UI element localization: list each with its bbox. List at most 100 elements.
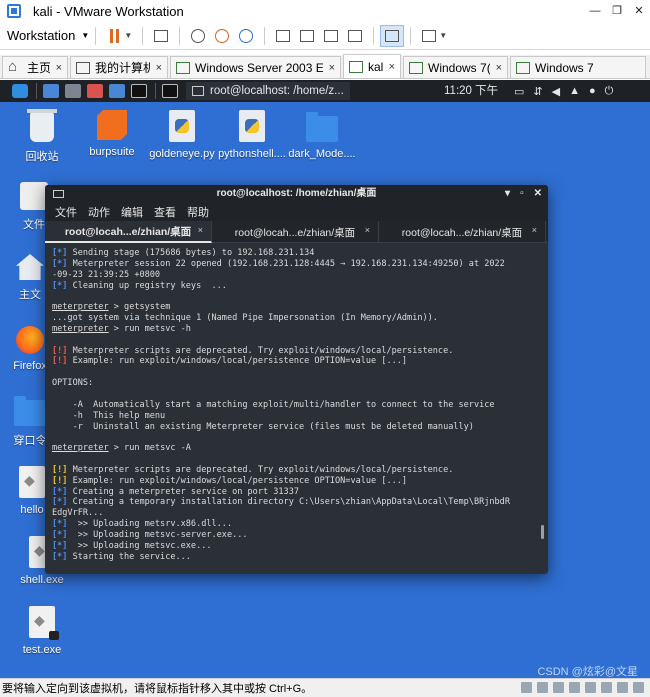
- sound-icon[interactable]: [585, 682, 596, 693]
- terminal-scrollbar[interactable]: [541, 525, 544, 539]
- terminal-icon: [53, 190, 64, 198]
- menu-action[interactable]: 动作: [88, 204, 110, 220]
- snapshot-button[interactable]: [186, 25, 210, 47]
- tab-kali[interactable]: kali ×: [343, 54, 401, 78]
- chevron-down-icon[interactable]: ▼: [439, 31, 447, 40]
- text-editor-icon[interactable]: [87, 84, 103, 98]
- close-icon[interactable]: ×: [56, 62, 62, 74]
- terminal-line-text: Sending stage (175686 bytes) to 192.168.…: [67, 248, 315, 258]
- terminal-titlebar[interactable]: root@localhost: /home/zhian/桌面 ▾ ▫ ✕: [45, 185, 548, 203]
- python-file-icon: [169, 110, 195, 142]
- close-icon[interactable]: ×: [156, 62, 162, 74]
- home-folder-icon: [16, 254, 44, 280]
- stretch-guest-button[interactable]: [417, 25, 441, 47]
- watermark: CSDN @炫彩@文星: [537, 666, 638, 678]
- taskbar-terminal-item[interactable]: root@localhost: /home/z...: [186, 82, 350, 100]
- browser-icon[interactable]: [109, 84, 125, 98]
- taskbar-item-label: root@localhost: /home/z...: [210, 85, 344, 97]
- send-ctrl-alt-del-button[interactable]: [149, 25, 173, 47]
- network-icon[interactable]: ⇵: [533, 85, 542, 98]
- close-icon[interactable]: ×: [365, 225, 370, 235]
- tab-label: Windows 7: [535, 60, 594, 75]
- revert-snapshot-icon: [215, 28, 230, 43]
- unity-button[interactable]: [343, 25, 367, 47]
- cd-drive-icon[interactable]: [537, 682, 548, 693]
- terminal-line-text: Creating a meterpreter service on port 3…: [67, 486, 299, 497]
- power-icon[interactable]: ⏻: [605, 85, 614, 98]
- pause-icon: [109, 28, 119, 43]
- close-icon[interactable]: ×: [532, 225, 537, 235]
- terminal-line-text: OPTIONS:: [52, 378, 94, 389]
- status-tag: [*]: [52, 280, 68, 291]
- tab-home[interactable]: 主页 ×: [2, 56, 68, 78]
- close-icon[interactable]: ×: [496, 62, 502, 74]
- desktop-icon-dark-mode[interactable]: dark_Mode....: [280, 110, 364, 160]
- tab-windows-7[interactable]: Windows 7: [510, 56, 646, 78]
- close-button[interactable]: ✕: [534, 185, 542, 203]
- workstation-menu[interactable]: Workstation ▼: [7, 28, 89, 43]
- terminal-line-text: -A Automatically start a matching exploi…: [52, 399, 495, 410]
- library-icon: [276, 29, 291, 42]
- maximize-button[interactable]: ▫: [520, 185, 524, 203]
- tab-my-computer[interactable]: 我的计算机 ×: [70, 56, 168, 78]
- restore-button[interactable]: ❐: [606, 0, 628, 22]
- terminal-line-text: ...got system via technique 1 (Named Pip…: [52, 313, 438, 324]
- console-view-button[interactable]: [380, 24, 405, 47]
- vm-tab-bar: 主页 × 我的计算机 × Windows Server 2003 Enterpr…: [0, 54, 650, 79]
- menu-edit[interactable]: 编辑: [121, 204, 143, 220]
- minimize-button[interactable]: ▾: [505, 185, 510, 203]
- desktop-icon-label: shell.exe: [20, 574, 64, 586]
- terminal-line-text: >> Uploading metsvc.exe...: [67, 540, 212, 551]
- burpsuite-icon: [97, 110, 127, 140]
- tab-windows-7-2[interactable]: Windows 7(2) ×: [403, 56, 508, 78]
- revert-snapshot-button[interactable]: [210, 25, 234, 47]
- file-manager-icon[interactable]: [65, 84, 81, 98]
- menu-view[interactable]: 查看: [154, 204, 176, 220]
- terminal-tab-1[interactable]: root@locah...e/zhian/桌面 ×: [45, 221, 212, 243]
- display-icon[interactable]: [617, 682, 628, 693]
- hard-disk-icon[interactable]: [521, 682, 532, 693]
- vmware-statusbar: CSDN @炫彩@文星 要将输入定向到该虚拟机，请将鼠标指针移入其中或按 Ctr…: [0, 666, 650, 697]
- close-icon[interactable]: ×: [329, 62, 335, 74]
- terminal-launcher-icon[interactable]: [131, 84, 147, 98]
- network-adapter-icon[interactable]: [553, 682, 564, 693]
- minimize-button[interactable]: —: [584, 0, 606, 22]
- snapshot-manager-button[interactable]: [234, 25, 258, 47]
- terminal-line-text: >> Uploading metsrv.x86.dll...: [67, 519, 233, 530]
- tab-windows-server-2003[interactable]: Windows Server 2003 Enterpris... ×: [170, 56, 341, 78]
- lock-icon[interactable]: ●: [589, 85, 596, 97]
- close-icon[interactable]: ×: [198, 225, 203, 235]
- thumbnail-bar-button[interactable]: [295, 25, 319, 47]
- unity-icon: [348, 29, 363, 42]
- volume-icon[interactable]: ◀: [552, 85, 560, 98]
- terminal-tab-label: root@locah...e/zhian/桌面: [234, 226, 356, 239]
- terminal-output[interactable]: [*] Sending stage (175686 bytes) to 192.…: [45, 245, 548, 574]
- desktop-icon-test-exe[interactable]: test.exe: [0, 606, 84, 656]
- trash-icon: [27, 109, 57, 142]
- full-screen-button[interactable]: [319, 25, 343, 47]
- menu-file[interactable]: 文件: [55, 204, 77, 220]
- terminal-tab-2[interactable]: root@locah...e/zhian/桌面 ×: [212, 221, 379, 243]
- terminal-window[interactable]: root@localhost: /home/zhian/桌面 ▾ ▫ ✕ 文件 …: [45, 185, 548, 574]
- chevron-down-icon[interactable]: ▼: [124, 31, 132, 40]
- close-button[interactable]: ✕: [628, 0, 650, 22]
- pause-button[interactable]: [102, 25, 126, 47]
- terminal-line-text: > getsystem: [108, 302, 171, 313]
- terminal-line: EdgVrFR...: [52, 508, 548, 519]
- terminal-tab-3[interactable]: root@locah...e/zhian/桌面 ×: [379, 221, 546, 243]
- message-icon[interactable]: [633, 682, 644, 693]
- panel-clock[interactable]: 11:20 下午: [444, 80, 498, 102]
- system-tray: ▭ ⇵ ◀ ▲ ● ⏻: [514, 80, 613, 102]
- show-desktop-icon[interactable]: [43, 84, 59, 98]
- usb-icon[interactable]: [569, 682, 580, 693]
- workspace-icon[interactable]: [162, 84, 178, 98]
- printer-icon[interactable]: [601, 682, 612, 693]
- notification-bell-icon[interactable]: ▲: [569, 85, 580, 97]
- display-icon[interactable]: ▭: [514, 85, 524, 98]
- close-icon[interactable]: ×: [389, 61, 395, 73]
- menu-help[interactable]: 帮助: [187, 204, 209, 220]
- kali-menu-icon[interactable]: [12, 84, 28, 98]
- library-view-button[interactable]: [271, 25, 295, 47]
